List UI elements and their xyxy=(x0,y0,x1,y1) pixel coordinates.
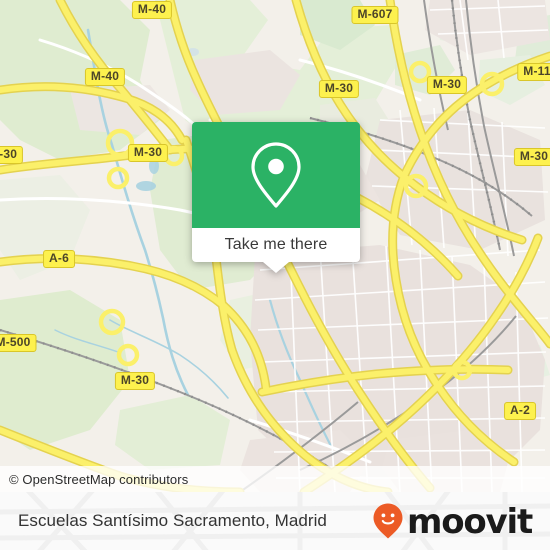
road-shield: M-500 xyxy=(0,334,37,352)
road-shield-label: M-607 xyxy=(357,7,393,21)
road-shield: A-6 xyxy=(43,250,75,268)
place-name-label: Escuelas Santísimo Sacramento, Madrid xyxy=(18,511,327,530)
road-shield-label: M-40 xyxy=(137,2,167,16)
road-shield-label: M-30 xyxy=(519,149,549,163)
road-shield: M-30 xyxy=(513,148,550,166)
road-shield: M-30 xyxy=(127,144,169,162)
road-shield: M-30 xyxy=(114,372,156,390)
osm-attribution-text[interactable]: © OpenStreetMap contributors xyxy=(0,472,188,487)
road-shield: M-40 xyxy=(84,68,126,86)
road-shield-label: M-500 xyxy=(0,335,31,349)
moovit-smiley-pin-icon xyxy=(373,503,403,539)
map-attribution-bar: © OpenStreetMap contributors xyxy=(0,466,550,492)
road-shield-label: M-30 xyxy=(0,147,18,161)
popup-action-bar[interactable]: Take me there xyxy=(192,228,360,273)
take-me-there-popup[interactable]: Take me there xyxy=(192,122,360,273)
road-shield: M-30 xyxy=(318,80,360,98)
road-shield-label: M-30 xyxy=(324,81,354,95)
road-shield: M-11 xyxy=(517,63,550,81)
road-shield: M-607 xyxy=(351,6,399,24)
popup-tail xyxy=(263,262,289,273)
road-shield-label: A-2 xyxy=(510,403,530,417)
popup-pin-area xyxy=(192,122,360,228)
road-shield: M-30 xyxy=(0,146,24,164)
road-shield: A-2 xyxy=(504,402,536,420)
moovit-wordmark: moovit xyxy=(406,501,533,542)
road-shield: M-40 xyxy=(131,1,173,19)
road-shield-label: M-30 xyxy=(432,77,462,91)
road-shield-label: M-30 xyxy=(133,145,163,159)
moovit-map-card: M-40 M-607 M-30 M-30 M-11 M-40 M-30 M-30 A-6 M-50… xyxy=(0,0,550,550)
road-shield-label: M-30 xyxy=(120,373,150,387)
moovit-logo[interactable]: moovit xyxy=(372,501,533,542)
map-pin-icon xyxy=(251,142,301,208)
footer-bar: Escuelas Santísimo Sacramento, Madrid mo… xyxy=(0,492,550,550)
road-shield-label: M-40 xyxy=(90,69,120,83)
road-shield: M-30 xyxy=(426,76,468,94)
road-shield-label: A-6 xyxy=(49,251,69,265)
road-shield-label: M-11 xyxy=(523,64,550,78)
take-me-there-label: Take me there xyxy=(224,236,328,253)
